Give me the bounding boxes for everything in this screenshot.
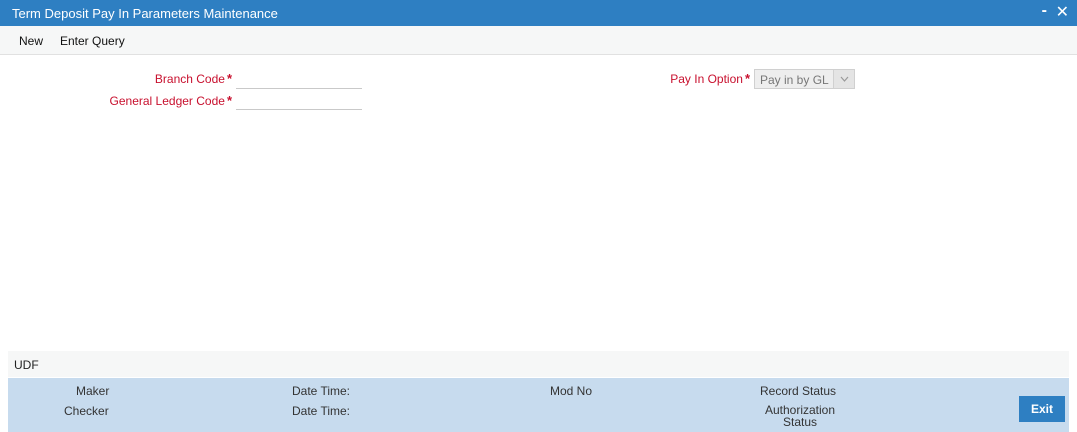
pay-in-option-select[interactable]: Pay in by GL xyxy=(754,69,855,89)
window-title: Term Deposit Pay In Parameters Maintenan… xyxy=(12,6,278,21)
checker-label: Checker xyxy=(64,404,109,418)
maker-datetime-label: Date Time: xyxy=(292,384,351,398)
checker-datetime-label: Date Time: xyxy=(292,404,351,418)
maker-label: Maker xyxy=(76,384,110,398)
udf-button[interactable]: UDF xyxy=(14,358,39,372)
branch-code-label-text: Branch Code xyxy=(154,72,225,86)
new-button[interactable]: New xyxy=(19,34,43,48)
enter-query-button[interactable]: Enter Query xyxy=(60,34,125,48)
audit-footer: Maker Checker Date Time: Date Time: Mod … xyxy=(8,378,1069,432)
record-status-label: Record Status xyxy=(760,384,837,398)
window-titlebar: Term Deposit Pay In Parameters Maintenan… xyxy=(0,0,1077,26)
required-marker: * xyxy=(226,93,232,108)
mod-no-label: Mod No xyxy=(550,384,593,398)
pay-in-option-label-text: Pay In Option xyxy=(670,72,743,86)
pay-in-option-label: Pay In Option * xyxy=(600,71,750,86)
gl-code-label-text: General Ledger Code xyxy=(109,94,225,108)
gl-code-label: General Ledger Code * xyxy=(60,93,232,108)
branch-code-label: Branch Code * xyxy=(60,71,232,86)
exit-button[interactable]: Exit xyxy=(1019,396,1065,422)
required-marker: * xyxy=(744,71,750,86)
chevron-down-icon[interactable] xyxy=(833,70,854,88)
udf-bar: UDF xyxy=(8,351,1069,377)
authorization-status-label: Authorization Status xyxy=(764,403,836,429)
toolbar: New Enter Query xyxy=(0,26,1077,55)
required-marker: * xyxy=(226,71,232,86)
pay-in-option-value: Pay in by GL xyxy=(760,73,829,87)
close-icon[interactable]: ✕ xyxy=(1056,2,1069,22)
gl-code-input[interactable] xyxy=(236,91,362,110)
branch-code-input[interactable] xyxy=(236,70,362,89)
minimize-icon[interactable]: - xyxy=(1042,2,1047,20)
